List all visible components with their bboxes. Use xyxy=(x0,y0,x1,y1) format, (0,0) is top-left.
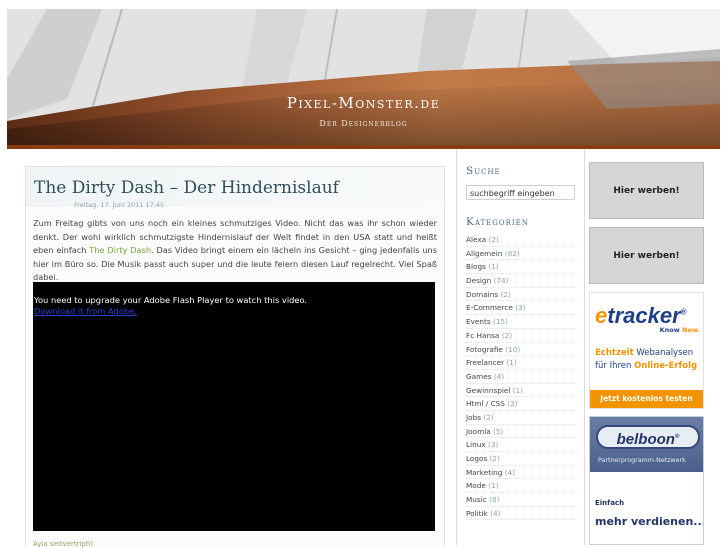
category-count: (2) xyxy=(483,412,494,422)
flash-upgrade-message: You need to upgrade your Adobe Flash Pla… xyxy=(34,295,308,305)
category-item[interactable]: Freelancer (1) xyxy=(466,356,578,370)
category-item[interactable]: Gewinnspiel (1) xyxy=(466,384,578,398)
category-name[interactable]: E-Commerce xyxy=(466,303,513,312)
category-name[interactable]: Fc Hansa xyxy=(466,331,499,340)
category-count: (2) xyxy=(507,399,518,409)
belboon-logo: belboon® xyxy=(596,425,700,449)
category-name[interactable]: Jobs xyxy=(466,413,481,422)
category-list: Alexa (2) Allgemein (82) Blogs (1) Desig… xyxy=(466,233,578,521)
category-item[interactable]: Games (4) xyxy=(466,370,578,384)
category-count: (1) xyxy=(488,481,499,491)
post-body: Zum Freitag gibts von uns noch ein klein… xyxy=(33,217,437,285)
category-item[interactable]: Logos (2) xyxy=(466,452,578,466)
category-item[interactable]: Allgemein (82) xyxy=(466,247,578,261)
site-subtitle: Der Designerblog xyxy=(319,119,408,128)
category-name[interactable]: Blogs xyxy=(466,262,486,271)
category-count: (2) xyxy=(488,235,499,244)
category-count: (10) xyxy=(505,344,521,354)
category-count: (1) xyxy=(512,385,524,395)
category-item[interactable]: Html / CSS (2) xyxy=(466,397,578,411)
post-title[interactable]: The Dirty Dash – Der Hindernislauf xyxy=(34,178,339,198)
category-name[interactable]: Music xyxy=(466,495,487,504)
category-item[interactable]: Politik (4) xyxy=(466,507,578,521)
blog-post: The Dirty Dash – Der Hindernislauf Freit… xyxy=(25,166,445,548)
column-divider xyxy=(456,149,457,545)
category-name[interactable]: Design xyxy=(466,276,491,285)
category-name[interactable]: Politik xyxy=(466,509,488,518)
category-count: (4) xyxy=(504,467,516,477)
column-divider xyxy=(584,149,585,545)
category-count: (2) xyxy=(501,330,513,340)
category-item[interactable]: Design (74) xyxy=(466,274,578,288)
category-count: (4) xyxy=(490,508,501,518)
belboon-subtitle: Partnerprogramm-Netzwerk xyxy=(598,457,686,464)
belboon-line-2: mehr verdienen... xyxy=(595,515,704,528)
category-name[interactable]: Joomla xyxy=(466,427,491,436)
category-name[interactable]: Html / CSS xyxy=(466,399,505,408)
etracker-line-2: für Ihren Online-Erfolg xyxy=(595,361,698,371)
category-name[interactable]: Events xyxy=(466,317,491,326)
category-item[interactable]: Domains (2) xyxy=(466,288,578,302)
category-count: (8) xyxy=(489,495,500,505)
category-name[interactable]: Freelancer xyxy=(466,358,504,367)
category-count: (3) xyxy=(515,303,526,313)
category-count: (4) xyxy=(493,371,505,381)
category-count: (2) xyxy=(489,454,500,463)
site-header-banner[interactable]: Pixel-Monster.de Der Designerblog xyxy=(7,9,720,145)
etracker-ad[interactable]: etracker® Know Now. Echtzeit Webanalysen… xyxy=(589,292,704,409)
category-item[interactable]: Fotografie (10) xyxy=(466,343,578,357)
category-count: (2) xyxy=(500,289,511,299)
category-item[interactable]: Linux (3) xyxy=(466,438,578,452)
adobe-download-link[interactable]: Download it from Adobe. xyxy=(34,306,137,316)
category-item[interactable]: Blogs (1) xyxy=(466,260,578,275)
category-item[interactable]: Jobs (2) xyxy=(466,411,578,425)
ad-banner-1[interactable]: Hier werben! xyxy=(589,162,704,219)
category-count: (1) xyxy=(488,262,499,272)
belboon-line-1: Einfach xyxy=(595,499,625,507)
category-name[interactable]: Alexa xyxy=(466,235,486,244)
belboon-ad[interactable]: belboon® Partnerprogramm-Netzwerk Einfac… xyxy=(589,416,704,545)
category-item[interactable]: Fc Hansa (2) xyxy=(466,329,578,343)
category-count: (74) xyxy=(493,276,509,286)
category-item[interactable]: Mode (1) xyxy=(466,479,578,494)
category-count: (5) xyxy=(493,426,504,436)
search-input[interactable]: suchbegriff eingeben xyxy=(466,185,575,200)
dirty-dash-link[interactable]: The Dirty Dash xyxy=(89,245,151,255)
category-count: (15) xyxy=(493,317,509,327)
category-item[interactable]: Joomla (5) xyxy=(466,425,578,439)
category-item[interactable]: Alexa (2) xyxy=(466,233,578,247)
category-item[interactable]: Music (8) xyxy=(466,493,578,507)
etracker-tagline: Know Now. xyxy=(659,326,700,334)
category-name[interactable]: Fotografie xyxy=(466,345,503,354)
search-heading: Suche xyxy=(466,165,501,177)
category-name[interactable]: Gewinnspiel xyxy=(466,386,510,395)
category-count: (3) xyxy=(488,440,499,450)
category-name[interactable]: Marketing xyxy=(466,468,502,477)
category-item[interactable]: Marketing (4) xyxy=(466,466,578,480)
category-count: (1) xyxy=(506,358,517,368)
categories-heading: Kategorien xyxy=(466,216,529,228)
header-divider xyxy=(7,145,720,149)
category-name[interactable]: Mode xyxy=(466,481,486,490)
category-item[interactable]: Events (15) xyxy=(466,315,578,329)
post-date: Freitag, 17. Juni 2011 17:45 xyxy=(74,201,165,209)
post-footer-link[interactable]: Ayia seitvertriph) xyxy=(33,540,93,548)
etracker-line-1: Echtzeit Webanalysen xyxy=(595,348,694,358)
category-name[interactable]: Logos xyxy=(466,454,487,463)
page: Pixel-Monster.de Der Designerblog The Di… xyxy=(0,0,727,548)
site-title[interactable]: Pixel-Monster.de xyxy=(7,94,720,112)
category-name[interactable]: Games xyxy=(466,372,492,381)
category-item[interactable]: E-Commerce (3) xyxy=(466,301,578,316)
category-name[interactable]: Domains xyxy=(466,290,498,299)
etracker-cta-button[interactable]: Jetzt kostenlos testen xyxy=(590,390,703,408)
category-name[interactable]: Linux xyxy=(466,440,486,449)
video-player[interactable]: You need to upgrade your Adobe Flash Pla… xyxy=(33,282,435,531)
category-name[interactable]: Allgemein xyxy=(466,249,502,258)
category-count: (82) xyxy=(504,248,520,258)
ad-banner-2[interactable]: Hier werben! xyxy=(589,227,704,284)
